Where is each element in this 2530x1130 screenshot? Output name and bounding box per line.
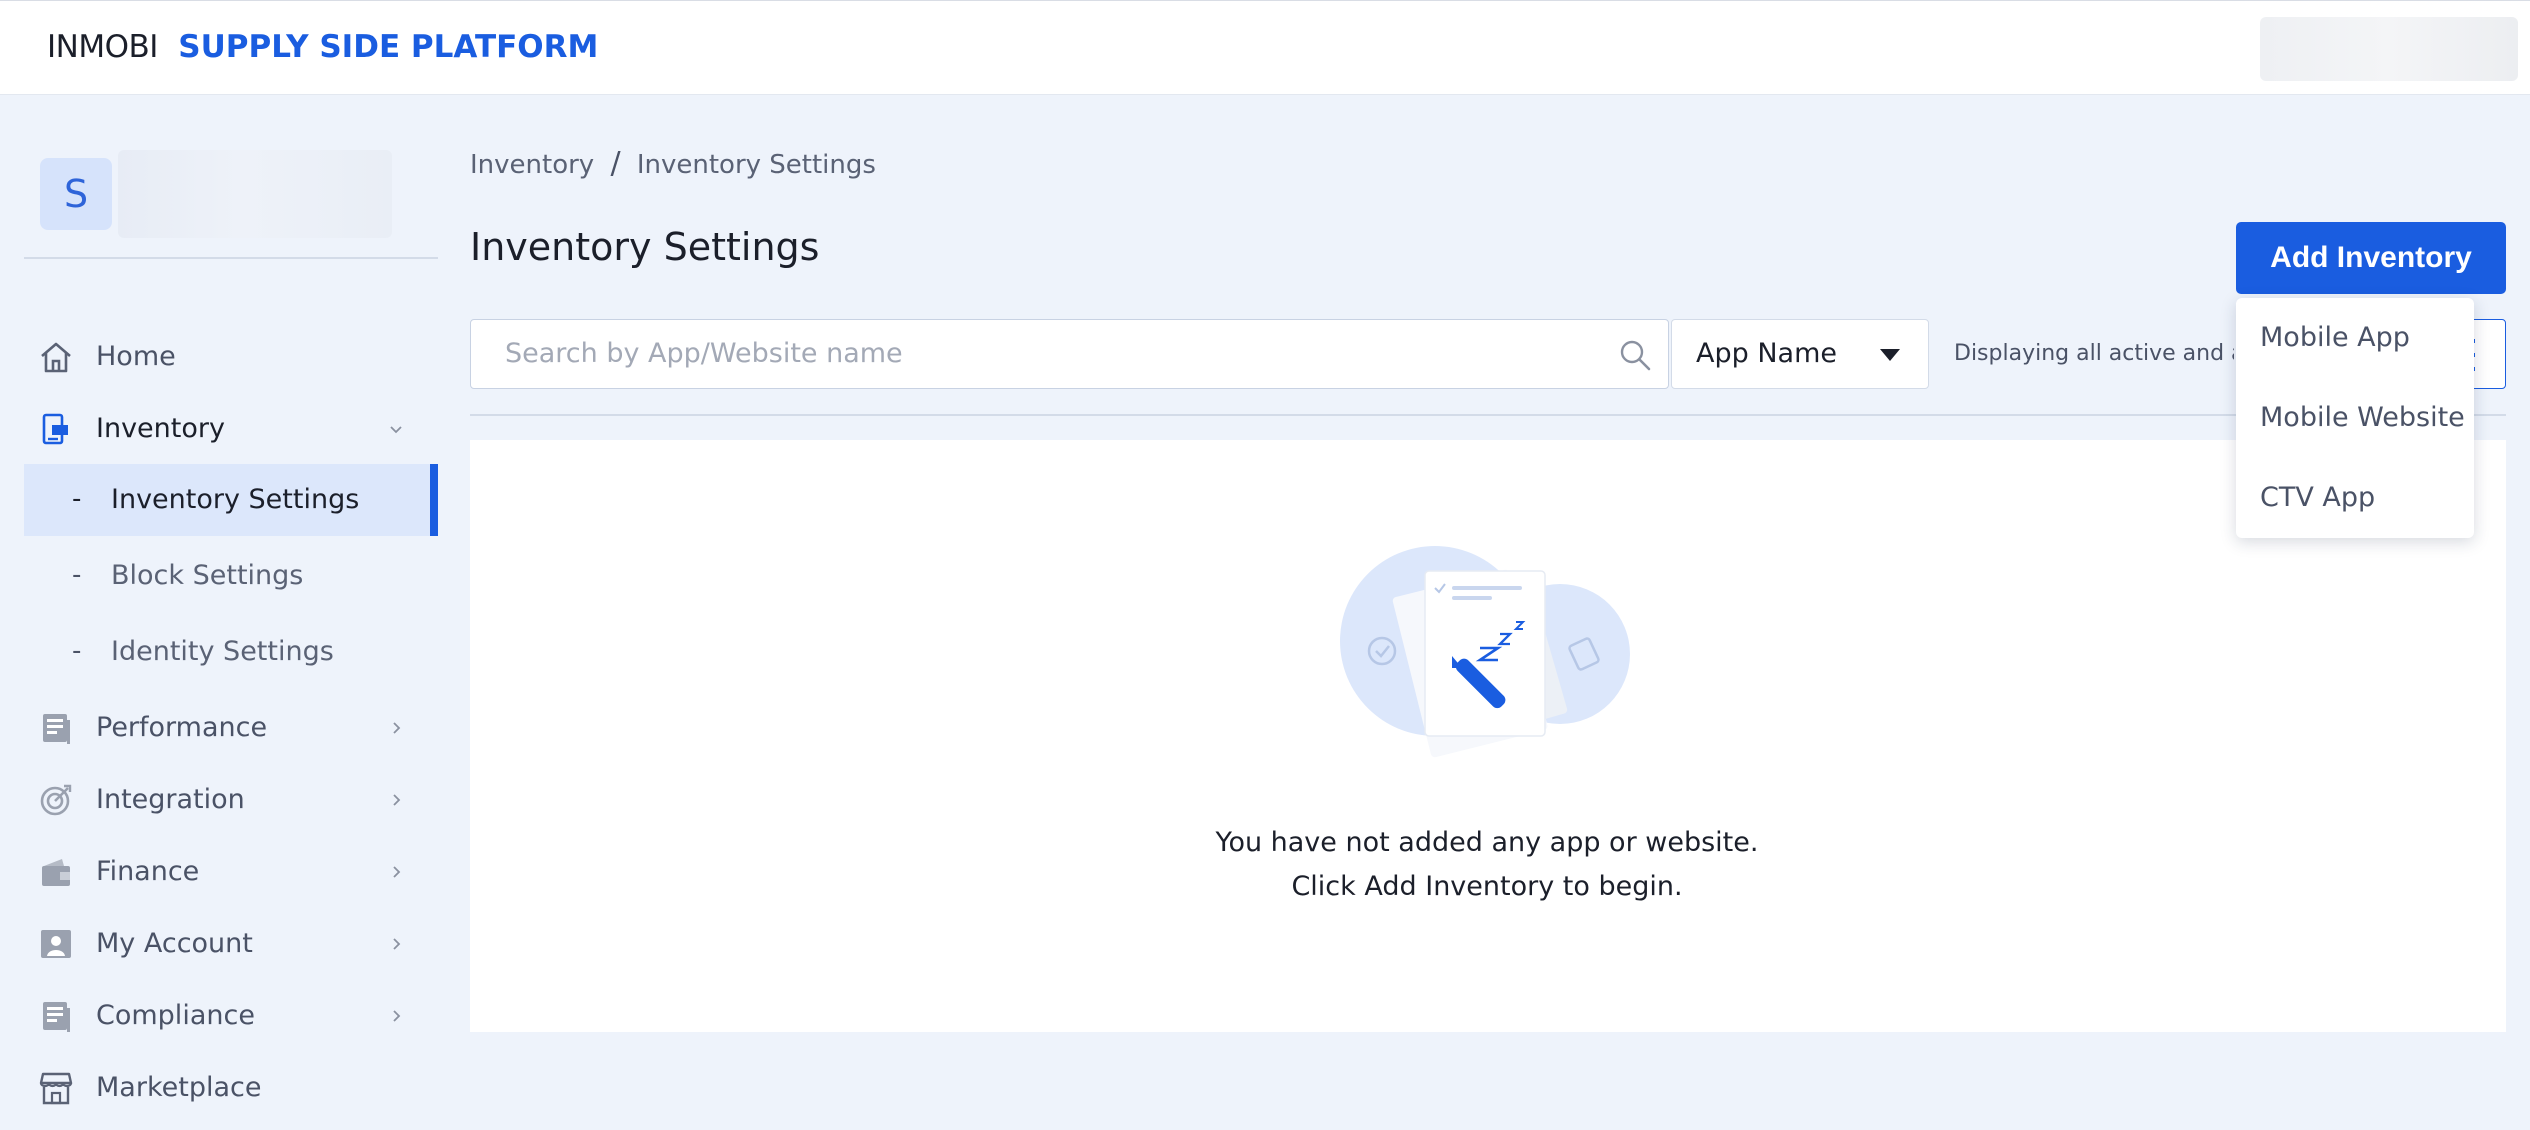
caret-down-icon	[1880, 349, 1900, 361]
selected-option: App Name	[1696, 338, 1837, 369]
breadcrumb: Inventory / Inventory Settings	[470, 146, 876, 181]
brand-name: INMOBI	[47, 29, 158, 65]
search-box	[470, 319, 1669, 389]
divider	[24, 257, 438, 259]
store-icon	[39, 1072, 73, 1105]
inventory-icon	[42, 413, 68, 445]
user-menu-redacted[interactable]	[2260, 17, 2518, 81]
search-icon[interactable]	[1618, 338, 1652, 372]
sidebar-item-label: Marketplace	[96, 1072, 262, 1103]
chevron-right-icon	[393, 1010, 401, 1022]
breadcrumb-separator: /	[610, 146, 621, 181]
home-icon	[41, 342, 71, 373]
menu-item-mobile-website[interactable]: Mobile Website	[2260, 402, 2465, 433]
user-card-icon	[41, 930, 71, 958]
sidebar-item-label: Performance	[96, 712, 268, 743]
chevron-right-icon	[393, 866, 401, 878]
account-name-redacted	[118, 150, 392, 238]
sidebar-item-finance[interactable]: Finance	[24, 842, 438, 902]
display-status-text: Displaying all active and a	[1954, 341, 2234, 366]
menu-item-ctv-app[interactable]: CTV App	[2260, 482, 2375, 513]
sidebar-item-label: Home	[96, 341, 176, 372]
chevron-right-icon	[393, 722, 401, 734]
avatar: S	[40, 158, 112, 230]
chevron-down-icon	[390, 426, 402, 434]
sidebar-item-compliance[interactable]: Compliance	[24, 986, 438, 1046]
sidebar-item-label: My Account	[96, 928, 253, 959]
report-icon	[43, 714, 70, 744]
sidebar-subitem-block-settings[interactable]: - Block Settings	[24, 540, 438, 612]
sidebar: S Home Inventory - Inventory Settings - …	[0, 96, 440, 1130]
sidebar-item-home[interactable]: Home	[24, 327, 438, 387]
breadcrumb-parent-link[interactable]: Inventory	[470, 150, 594, 180]
wallet-icon	[42, 859, 70, 886]
empty-state-illustration	[1340, 546, 1630, 758]
menu-item-mobile-app[interactable]: Mobile App	[2260, 322, 2410, 353]
sidebar-item-inventory[interactable]: Inventory	[24, 399, 438, 459]
bullet-dash: -	[72, 636, 82, 666]
page-title: Inventory Settings	[470, 225, 820, 269]
sidebar-item-marketplace[interactable]: Marketplace	[24, 1058, 438, 1118]
product-name: SUPPLY SIDE PLATFORM	[178, 29, 599, 65]
search-field-select[interactable]: App Name	[1671, 319, 1929, 389]
sidebar-item-my-account[interactable]: My Account	[24, 914, 438, 974]
chevron-right-icon	[393, 794, 401, 806]
target-icon	[40, 784, 72, 816]
add-inventory-menu: Mobile App Mobile Website CTV App	[2236, 298, 2474, 538]
divider	[470, 414, 2506, 416]
sidebar-subitem-label: Block Settings	[111, 560, 304, 591]
sidebar-subitem-label: Inventory Settings	[111, 484, 360, 515]
sidebar-item-label: Inventory	[96, 413, 225, 444]
sidebar-item-label: Compliance	[96, 1000, 255, 1031]
bullet-dash: -	[72, 484, 82, 514]
bullet-dash: -	[72, 560, 82, 590]
sidebar-item-label: Integration	[96, 784, 245, 815]
sidebar-subitem-identity-settings[interactable]: - Identity Settings	[24, 616, 438, 688]
sidebar-item-performance[interactable]: Performance	[24, 698, 438, 758]
add-inventory-button[interactable]: Add Inventory	[2236, 222, 2506, 294]
brand-logo[interactable]: INMOBI SUPPLY SIDE PLATFORM	[47, 29, 598, 65]
sidebar-item-integration[interactable]: Integration	[24, 770, 438, 830]
sidebar-subitem-label: Identity Settings	[111, 636, 334, 667]
search-input[interactable]	[505, 320, 1585, 386]
sidebar-item-label: Finance	[96, 856, 200, 887]
empty-state-message: You have not added any app or website.	[1215, 827, 1759, 858]
breadcrumb-current: Inventory Settings	[636, 150, 876, 180]
empty-state-hint: Click Add Inventory to begin.	[1291, 871, 1683, 902]
sidebar-subitem-inventory-settings[interactable]: - Inventory Settings	[24, 464, 438, 536]
top-bar: INMOBI SUPPLY SIDE PLATFORM	[0, 0, 2530, 95]
chevron-right-icon	[393, 938, 401, 950]
document-icon	[43, 1002, 70, 1032]
